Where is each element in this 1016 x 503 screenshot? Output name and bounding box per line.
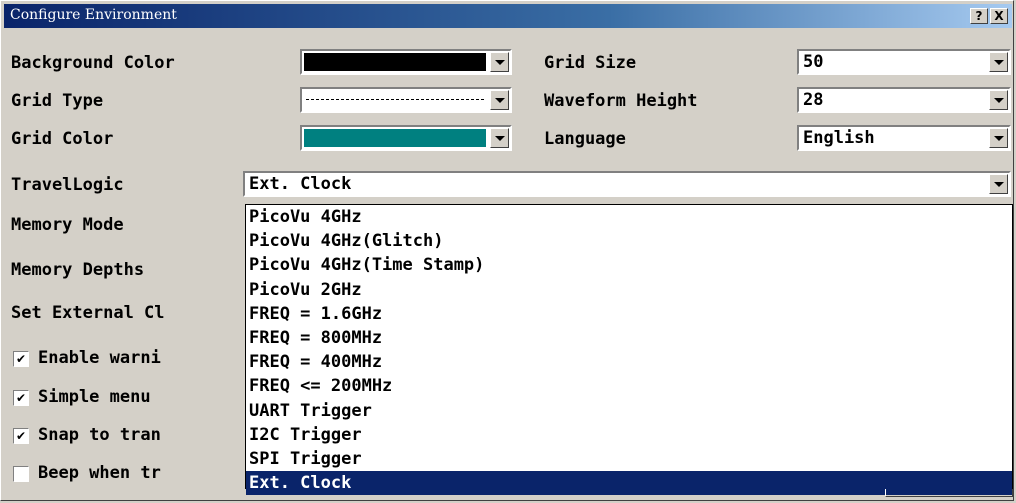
memory-depths-label: Memory Depths: [11, 260, 145, 280]
checkbox[interactable]: [13, 466, 29, 482]
chevron-down-icon[interactable]: [490, 52, 509, 72]
title-bar: Configure Environment ? X: [4, 4, 1012, 28]
help-button[interactable]: ?: [970, 8, 988, 24]
background-color-select[interactable]: [300, 49, 512, 75]
grid-color-swatch: [304, 129, 486, 147]
chevron-down-icon[interactable]: [490, 90, 509, 110]
chevron-down-icon[interactable]: [989, 128, 1008, 148]
checkbox[interactable]: ✔: [13, 428, 29, 444]
dropdown-option[interactable]: FREQ = 800MHz: [246, 326, 1012, 350]
grid-color-label: Grid Color: [11, 129, 114, 149]
checkbox[interactable]: ✔: [13, 390, 29, 406]
chevron-down-icon[interactable]: [989, 52, 1008, 72]
grid-type-label: Grid Type: [11, 91, 104, 111]
grid-size-select[interactable]: 50: [797, 49, 1011, 75]
checkbox-label[interactable]: Beep when tr: [38, 463, 161, 483]
grid-size-value: 50: [803, 52, 824, 72]
obscured-button-edge: [885, 489, 1013, 497]
configure-environment-dialog: Configure Environment ? X Background Col…: [0, 0, 1014, 501]
background-color-label: Background Color: [11, 53, 175, 73]
language-value: English: [803, 128, 875, 148]
dropdown-option[interactable]: PicoVu 2GHz: [246, 278, 1012, 302]
checkbox-label[interactable]: Snap to tran: [38, 425, 161, 445]
memory-mode-label: Memory Mode: [11, 215, 124, 235]
checkbox-label[interactable]: Simple menu: [38, 387, 151, 407]
background-color-swatch: [304, 53, 486, 71]
dropdown-option[interactable]: UART Trigger: [246, 399, 1012, 423]
chevron-down-icon[interactable]: [490, 128, 509, 148]
waveform-height-select[interactable]: 28: [797, 87, 1011, 113]
close-button[interactable]: X: [990, 8, 1008, 24]
travellogic-value: Ext. Clock: [249, 174, 352, 194]
dropdown-option[interactable]: I2C Trigger: [246, 423, 1012, 447]
grid-color-select[interactable]: [300, 125, 512, 151]
travellogic-select[interactable]: Ext. Clock: [243, 171, 1011, 197]
travellogic-label: TravelLogic: [11, 175, 124, 195]
dropdown-option[interactable]: PicoVu 4GHz: [246, 205, 1012, 229]
checkbox-label[interactable]: Enable warni: [38, 348, 161, 368]
waveform-height-value: 28: [803, 90, 824, 110]
dropdown-option[interactable]: PicoVu 4GHz(Time Stamp): [246, 253, 1012, 277]
waveform-height-label: Waveform Height: [544, 91, 698, 111]
dropdown-option[interactable]: FREQ = 400MHz: [246, 350, 1012, 374]
checkbox[interactable]: ✔: [13, 351, 29, 367]
travellogic-dropdown-list[interactable]: PicoVu 4GHz PicoVu 4GHz(Glitch) PicoVu 4GH…: [245, 204, 1013, 496]
chevron-down-icon[interactable]: [989, 90, 1008, 110]
dropdown-option[interactable]: FREQ = 1.6GHz: [246, 302, 1012, 326]
dropdown-option[interactable]: SPI Trigger: [246, 447, 1012, 471]
language-select[interactable]: English: [797, 125, 1011, 151]
set-external-clock-label: Set External Cl: [11, 303, 165, 323]
dropdown-option[interactable]: FREQ <= 200MHz: [246, 374, 1012, 398]
grid-size-label: Grid Size: [544, 53, 637, 73]
language-label: Language: [544, 129, 626, 149]
dropdown-option[interactable]: PicoVu 4GHz(Glitch): [246, 229, 1012, 253]
chevron-down-icon[interactable]: [989, 174, 1008, 194]
grid-type-select[interactable]: [300, 87, 512, 113]
grid-type-dashed-line: [306, 99, 484, 100]
window-title: Configure Environment: [10, 7, 177, 23]
